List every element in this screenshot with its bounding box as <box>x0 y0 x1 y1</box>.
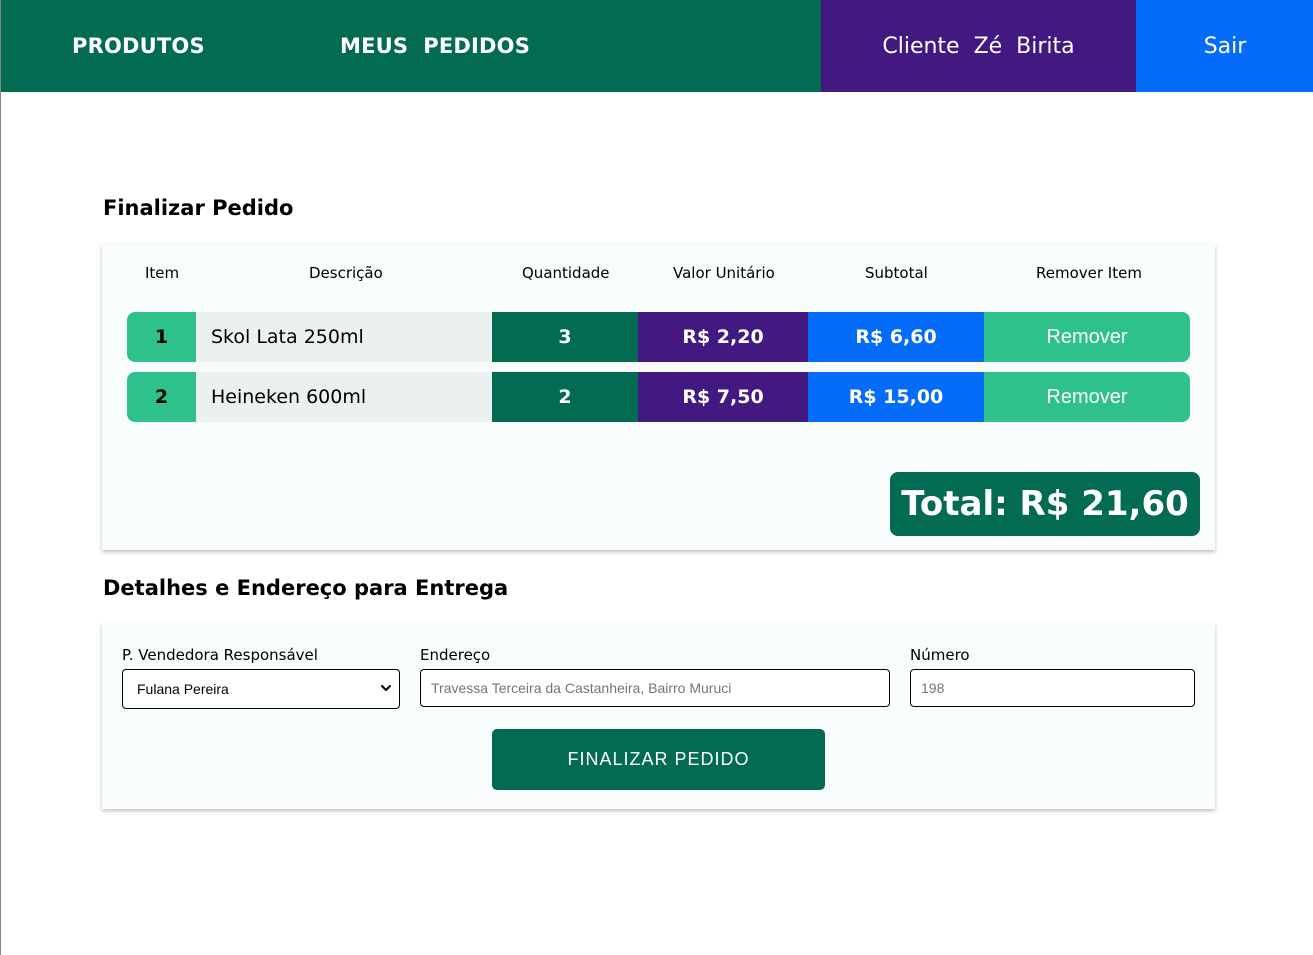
row-unit-price: R$ 7,50 <box>638 372 808 422</box>
finish-order-button[interactable]: FINALIZAR PEDIDO <box>492 729 825 790</box>
column-header-quantity: Quantidade <box>522 264 610 282</box>
row-subtotal: R$ 15,00 <box>808 372 984 422</box>
nav-products-link[interactable]: PRODUTOS <box>72 34 205 58</box>
remove-item-button[interactable]: Remover <box>984 372 1190 422</box>
seller-selected-value: Fulana Pereira <box>137 681 229 697</box>
order-table-card: Item Descrição Quantidade Valor Unitário… <box>102 244 1215 550</box>
nav-products-container: PRODUTOS <box>1 0 271 92</box>
column-header-subtotal: Subtotal <box>865 264 928 282</box>
table-row: 2 Heineken 600ml 2 R$ 7,50 R$ 15,00 Remo… <box>127 372 1190 422</box>
chevron-down-icon <box>381 685 391 691</box>
table-row: 1 Skol Lata 250ml 3 R$ 2,20 R$ 6,60 Remo… <box>127 312 1190 362</box>
row-quantity: 2 <box>492 372 638 422</box>
client-name: Cliente Zé Birita <box>821 0 1136 92</box>
nav-my-orders-link[interactable]: MEUS PEDIDOS <box>340 34 530 58</box>
column-header-unit-price: Valor Unitário <box>673 264 775 282</box>
row-quantity: 3 <box>492 312 638 362</box>
column-header-item: Item <box>145 264 180 282</box>
remove-item-button[interactable]: Remover <box>984 312 1190 362</box>
row-description: Heineken 600ml <box>196 372 492 422</box>
row-item-number: 1 <box>127 312 196 362</box>
logout-button[interactable]: Sair <box>1136 0 1313 92</box>
seller-select[interactable]: Fulana Pereira <box>122 669 400 709</box>
nav-orders-container: MEUS PEDIDOS <box>271 0 821 92</box>
number-input[interactable] <box>910 669 1195 707</box>
column-header-remove: Remover Item <box>1036 264 1142 282</box>
row-description: Skol Lata 250ml <box>196 312 492 362</box>
checkout-title: Finalizar Pedido <box>103 196 294 220</box>
number-label: Número <box>910 646 970 664</box>
delivery-form-card: P. Vendedora Responsável Fulana Pereira … <box>102 623 1215 809</box>
row-item-number: 2 <box>127 372 196 422</box>
top-navbar: PRODUTOS MEUS PEDIDOS Cliente Zé Birita … <box>1 0 1313 92</box>
seller-label: P. Vendedora Responsável <box>122 646 318 664</box>
order-total: Total: R$ 21,60 <box>890 472 1200 536</box>
address-input[interactable] <box>420 669 890 707</box>
table-header: Item Descrição Quantidade Valor Unitário… <box>102 264 1215 286</box>
column-header-description: Descrição <box>309 264 383 282</box>
address-label: Endereço <box>420 646 491 664</box>
row-unit-price: R$ 2,20 <box>638 312 808 362</box>
row-subtotal: R$ 6,60 <box>808 312 984 362</box>
delivery-title: Detalhes e Endereço para Entrega <box>103 576 509 600</box>
